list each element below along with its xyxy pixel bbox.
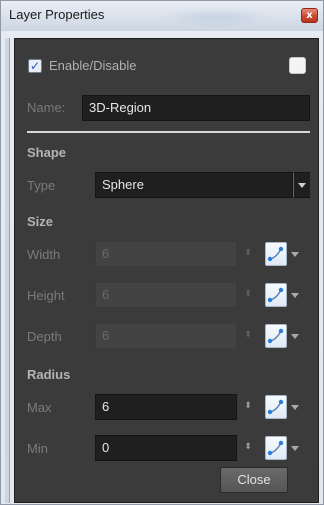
divider bbox=[27, 131, 310, 133]
depth-label: Depth bbox=[27, 329, 62, 344]
height-label: Height bbox=[27, 288, 65, 303]
type-select[interactable]: Sphere bbox=[95, 172, 293, 198]
window-left-edge bbox=[5, 38, 10, 503]
function-curve-icon bbox=[267, 328, 284, 344]
size-heading: Size bbox=[27, 214, 54, 229]
function-curve-icon bbox=[267, 287, 284, 303]
width-label: Width bbox=[27, 247, 61, 262]
function-curve-icon bbox=[267, 440, 284, 456]
width-menu-arrow-icon[interactable] bbox=[291, 252, 299, 257]
min-field[interactable]: 0 bbox=[95, 435, 237, 461]
title-bar[interactable]: Layer Properties x bbox=[1, 1, 323, 31]
function-curve-icon bbox=[267, 399, 284, 415]
height-spinner-icon[interactable]: ⬍ bbox=[243, 290, 253, 299]
radius-heading: Radius bbox=[27, 367, 71, 382]
max-menu-arrow-icon[interactable] bbox=[291, 405, 299, 410]
max-field[interactable]: 6 bbox=[95, 394, 237, 420]
layer-color-swatch[interactable] bbox=[289, 57, 306, 74]
name-field[interactable]: 3D-Region bbox=[82, 95, 310, 121]
title-bar-glow bbox=[161, 7, 271, 29]
height-function-curve-icon[interactable] bbox=[265, 283, 287, 307]
min-label: Min bbox=[27, 441, 48, 456]
depth-spinner-icon[interactable]: ⬍ bbox=[243, 331, 253, 340]
shape-heading: Shape bbox=[27, 145, 67, 160]
name-label: Name: bbox=[27, 100, 66, 115]
enable-checkbox[interactable]: ✓ bbox=[28, 59, 42, 73]
max-label: Max bbox=[27, 400, 52, 415]
min-menu-arrow-icon[interactable] bbox=[291, 446, 299, 451]
height-menu-arrow-icon[interactable] bbox=[291, 293, 299, 298]
function-curve-icon bbox=[267, 246, 284, 262]
min-spinner-icon[interactable]: ⬍ bbox=[243, 443, 253, 452]
height-field[interactable]: 6 bbox=[95, 282, 237, 308]
enable-label: Enable/Disable bbox=[49, 58, 137, 73]
width-field[interactable]: 6 bbox=[95, 241, 237, 267]
width-spinner-icon[interactable]: ⬍ bbox=[243, 249, 253, 258]
layer-properties-window: Layer Properties x ✓ Enable/Disable Name… bbox=[0, 0, 324, 505]
min-function-curve-icon[interactable] bbox=[265, 436, 287, 460]
depth-field[interactable]: 6 bbox=[95, 323, 237, 349]
type-label: Type bbox=[27, 178, 56, 193]
max-function-curve-icon[interactable] bbox=[265, 395, 287, 419]
depth-menu-arrow-icon[interactable] bbox=[291, 334, 299, 339]
close-icon[interactable]: x bbox=[301, 8, 318, 23]
max-spinner-icon[interactable]: ⬍ bbox=[243, 402, 253, 411]
depth-function-curve-icon[interactable] bbox=[265, 324, 287, 348]
properties-panel: ✓ Enable/Disable Name: 3D-Region Shape T… bbox=[14, 38, 319, 503]
close-button[interactable]: Close bbox=[220, 467, 288, 493]
chevron-down-icon[interactable] bbox=[293, 172, 310, 198]
window-title: Layer Properties bbox=[9, 7, 105, 22]
width-function-curve-icon[interactable] bbox=[265, 242, 287, 266]
